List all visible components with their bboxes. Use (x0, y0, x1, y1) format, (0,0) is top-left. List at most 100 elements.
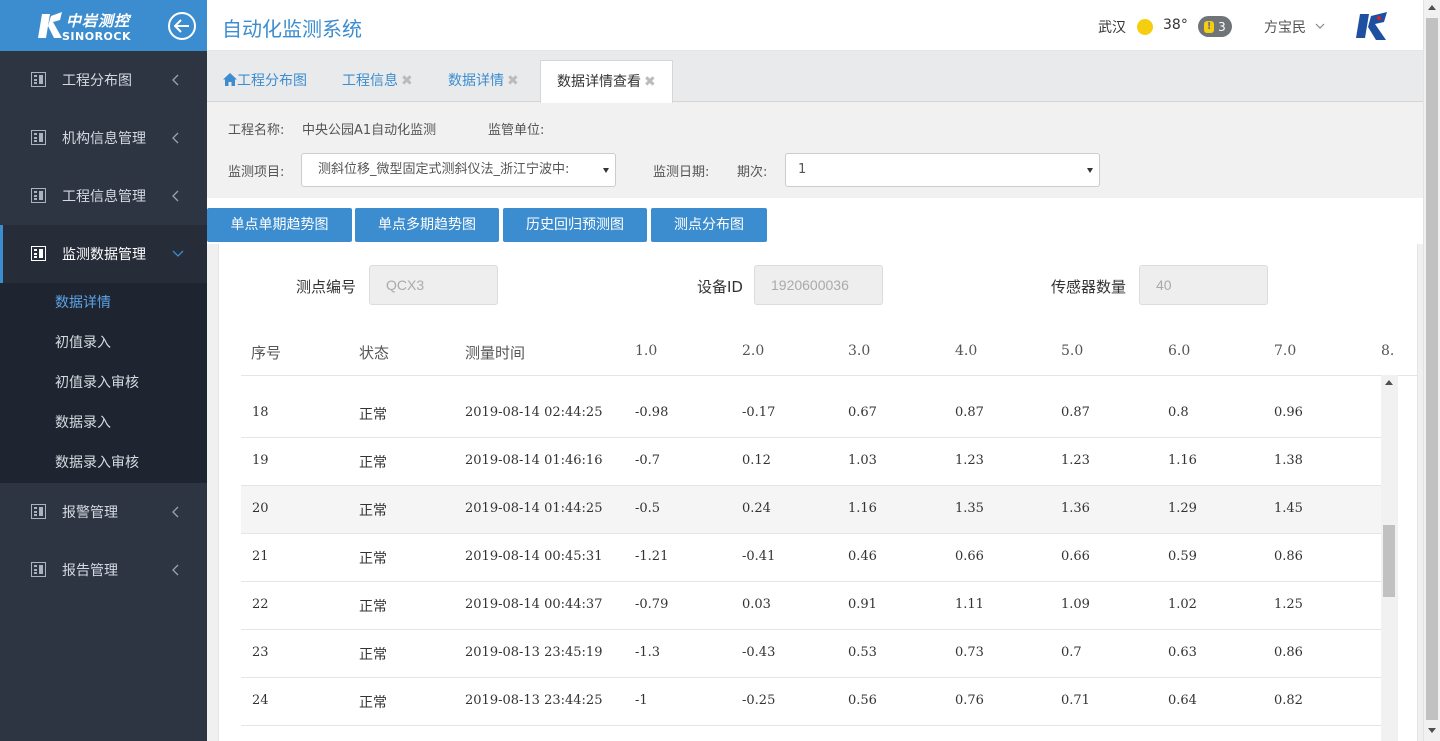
cell-status: 正常 (359, 407, 387, 423)
tab-label: 工程分布图 (237, 73, 307, 89)
cell-value: -0.43 (742, 645, 776, 660)
scroll-up-icon[interactable] (1385, 380, 1393, 385)
submenu-item-data-entry[interactable]: 数据录入 (0, 403, 207, 443)
menu-label: 工程分布图 (62, 73, 132, 89)
column-header[interactable]: 序号 (251, 342, 281, 363)
cell-value: -0.98 (635, 405, 669, 420)
column-header[interactable]: 3.0 (848, 343, 870, 359)
cell-index: 19 (252, 453, 269, 468)
dropdown-caret-icon (1087, 168, 1093, 173)
warning-icon: ! (1204, 20, 1215, 33)
sun-icon (1137, 19, 1153, 35)
sinorock-logo-icon (38, 12, 62, 38)
filter-panel: 工程名称: 中央公园A1自动化监测 监管单位: 监测项目: 测斜位移_微型固定式… (207, 103, 1423, 198)
sensor-count-label: 传感器数量 (1051, 278, 1127, 296)
grid-icon (31, 562, 46, 577)
table-row[interactable]: 24 正常 2019-08-13 23:44:25 -1 -0.25 0.56 … (241, 678, 1397, 726)
device-id-field: 1920600036 (754, 265, 883, 305)
cell-value: -1 (635, 693, 648, 708)
cell-time: 2019-08-14 01:44:25 (465, 501, 603, 516)
scroll-thumb[interactable] (1383, 525, 1395, 597)
cell-value: 0.66 (955, 549, 984, 564)
point-id-label: 测点编号 (296, 278, 357, 296)
menu-item-report[interactable]: 报告管理 (0, 541, 207, 599)
scroll-up-icon[interactable] (1428, 5, 1436, 10)
column-header[interactable]: 2.0 (742, 343, 764, 359)
weather-temperature: 38° (1163, 17, 1188, 33)
table-row[interactable]: 23 正常 2019-08-13 23:45:19 -1.3 -0.43 0.5… (241, 630, 1397, 678)
grid-icon (31, 188, 46, 203)
scroll-thumb[interactable] (1426, 18, 1438, 720)
collapse-sidebar-button[interactable] (168, 12, 196, 40)
table-row[interactable]: 20 正常 2019-08-14 01:44:25 -0.5 0.24 1.16… (241, 486, 1397, 534)
cell-value: 1.35 (955, 501, 984, 516)
table-row[interactable]: 19 正常 2019-08-14 01:46:16 -0.7 0.12 1.03… (241, 438, 1397, 486)
table-scrollbar[interactable] (1381, 375, 1398, 741)
table-row[interactable]: 18 正常 2019-08-14 02:44:25 -0.98 -0.17 0.… (241, 390, 1397, 438)
cell-value: 0.86 (1274, 549, 1303, 564)
column-header[interactable]: 8. (1381, 343, 1394, 359)
close-icon[interactable]: ✖ (507, 73, 519, 89)
single-period-trend-button[interactable]: 单点单期趋势图 (207, 208, 352, 242)
close-icon[interactable]: ✖ (401, 73, 413, 89)
cell-time: 2019-08-14 00:45:31 (465, 549, 603, 564)
cell-value: 0.56 (848, 693, 877, 708)
close-icon[interactable]: ✖ (644, 74, 656, 90)
chevron-down-icon[interactable] (1315, 23, 1325, 29)
cell-value: 1.16 (1168, 453, 1197, 468)
column-header[interactable]: 7.0 (1274, 343, 1296, 359)
grid-icon (31, 504, 46, 519)
tab-project-map[interactable]: 工程分布图 (223, 60, 307, 102)
menu-item-project-info[interactable]: 工程信息管理 (0, 167, 207, 225)
column-header[interactable]: 4.0 (955, 343, 977, 359)
submenu-item-data-detail[interactable]: 数据详情 (0, 283, 207, 323)
column-header[interactable]: 状态 (359, 342, 389, 363)
submenu-item-initial-review[interactable]: 初值录入审核 (0, 363, 207, 403)
column-header[interactable]: 测量时间 (465, 342, 525, 363)
menu-item-alarm[interactable]: 报警管理 (0, 483, 207, 541)
cell-value: 1.38 (1274, 453, 1303, 468)
cell-value: -0.7 (635, 453, 661, 468)
tab-project-info[interactable]: 工程信息 ✖ (342, 60, 413, 102)
data-panel: 测点编号 QCX3 设备ID 1920600036 传感器数量 40 序号 状态… (218, 244, 1418, 741)
period-label: 期次: (737, 165, 768, 180)
menu-item-project-map[interactable]: 工程分布图 (0, 51, 207, 109)
multi-period-trend-button[interactable]: 单点多期趋势图 (355, 208, 499, 242)
cell-value: 0.73 (955, 645, 984, 660)
table-row[interactable]: 22 正常 2019-08-14 00:44:37 -0.79 0.03 0.9… (241, 582, 1397, 630)
user-menu[interactable]: 方宝民 (1264, 17, 1306, 37)
chevron-down-icon (172, 250, 184, 257)
monitoring-item-label: 监测项目: (228, 165, 285, 180)
cell-status: 正常 (359, 647, 387, 663)
cell-time: 2019-08-14 01:46:16 (465, 453, 603, 468)
cell-value: -0.25 (742, 693, 776, 708)
supervisor-label: 监管单位: (488, 123, 545, 138)
submenu-item-data-review[interactable]: 数据录入审核 (0, 443, 207, 483)
point-distribution-button[interactable]: 测点分布图 (651, 208, 767, 242)
logo-text-en: SINOROCK (62, 30, 131, 43)
tab-label: 工程信息 (342, 73, 398, 89)
cell-value: -1.3 (635, 645, 661, 660)
table-row[interactable]: 21 正常 2019-08-14 00:45:31 -1.21 -0.41 0.… (241, 534, 1397, 582)
submenu-item-initial-entry[interactable]: 初值录入 (0, 323, 207, 363)
cell-value: 0.87 (1061, 405, 1090, 420)
column-header[interactable]: 6.0 (1168, 343, 1190, 359)
regression-forecast-button[interactable]: 历史回归预测图 (503, 208, 647, 242)
cell-value: 1.03 (848, 453, 877, 468)
menu-item-org-info[interactable]: 机构信息管理 (0, 109, 207, 167)
scroll-down-icon[interactable] (1428, 728, 1436, 733)
menu-item-monitoring-data[interactable]: 监测数据管理 (0, 225, 207, 283)
cell-value: 0.8 (1168, 405, 1189, 420)
cell-index: 21 (252, 549, 269, 564)
logo-bar: 中岩测控 SINOROCK (0, 0, 207, 51)
alert-badge[interactable]: ! 3 (1198, 16, 1232, 37)
page-scrollbar[interactable] (1423, 0, 1440, 741)
column-header[interactable]: 1.0 (635, 343, 657, 359)
column-header[interactable]: 5.0 (1061, 343, 1083, 359)
period-select[interactable]: 1 (785, 153, 1100, 187)
monitoring-item-select[interactable]: 测斜位移_微型固定式测斜仪法_浙江宁波中: (301, 153, 616, 187)
sensor-count-field: 40 (1139, 265, 1268, 305)
tab-data-detail[interactable]: 数据详情 ✖ (448, 60, 519, 102)
weather-city: 武汉 (1098, 20, 1126, 36)
tab-data-detail-view[interactable]: 数据详情查看 ✖ (540, 60, 673, 103)
